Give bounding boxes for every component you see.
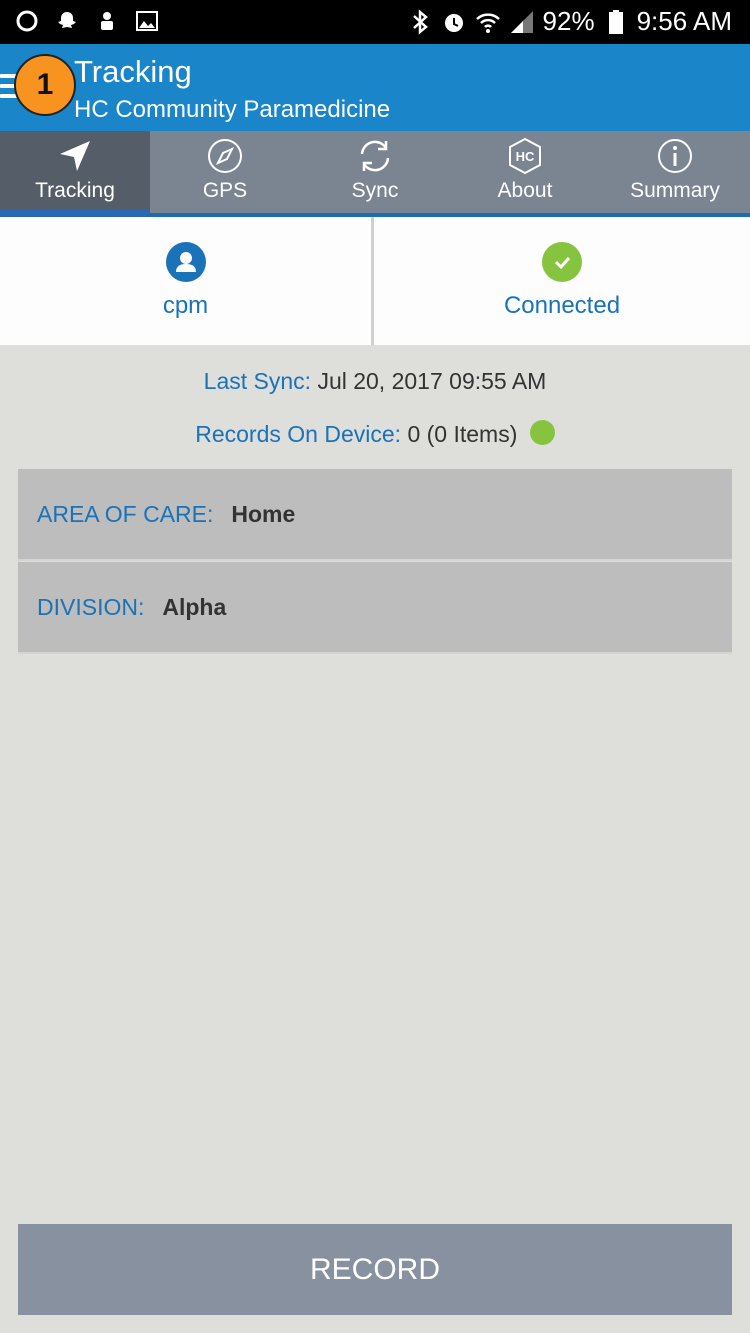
page-subtitle: HC Community Paramedicine	[74, 96, 391, 123]
connection-status: Connected	[503, 292, 621, 319]
tab-tracking[interactable]: Tracking	[0, 131, 150, 213]
records-value: 0 (0 Items)	[407, 421, 518, 447]
app-bar: 1 Tracking HC Community Paramedicine	[0, 44, 750, 131]
area-of-care-row[interactable]: AREA OF CARE: Home	[18, 469, 732, 561]
username-label: cpm	[162, 292, 209, 319]
wifi-icon	[475, 9, 501, 35]
status-bar: 92% 9:56 AM	[0, 0, 750, 44]
division-label: DIVISION:	[37, 593, 145, 620]
navigation-arrow-icon	[60, 141, 90, 171]
last-sync-value: Jul 20, 2017 09:55 AM	[317, 368, 547, 394]
battery-percent: 92%	[542, 6, 595, 36]
bluetooth-icon	[407, 8, 433, 35]
info-icon	[658, 139, 692, 173]
tab-label: Tracking	[35, 179, 115, 202]
step-badge: 1	[14, 54, 76, 116]
tab-gps[interactable]: GPS	[150, 131, 300, 213]
status-panels: cpm Connected	[0, 217, 750, 345]
last-sync-label: Last Sync:	[203, 368, 312, 394]
tab-label: GPS	[202, 179, 248, 202]
user-icon	[165, 242, 206, 282]
check-icon	[542, 242, 582, 282]
hc-logo-icon: HC	[509, 137, 541, 175]
tab-summary[interactable]: Summary	[600, 131, 750, 213]
division-row[interactable]: DIVISION: Alpha	[18, 562, 732, 654]
sync-icon	[360, 140, 390, 172]
signal-icon	[509, 9, 535, 35]
records-label: Records On Device:	[195, 421, 402, 447]
records-line: Records On Device: 0 (0 Items)	[0, 420, 750, 448]
compass-icon	[208, 139, 242, 173]
tab-label: Summary	[630, 179, 720, 202]
robot-icon	[94, 8, 120, 34]
status-dot-icon	[529, 420, 555, 445]
tab-label: Sync	[351, 179, 399, 202]
division-value: Alpha	[162, 593, 227, 620]
circle-icon	[14, 8, 40, 34]
user-panel[interactable]: cpm	[0, 217, 374, 345]
battery-icon	[603, 9, 629, 35]
last-sync-line: Last Sync: Jul 20, 2017 09:55 AM	[0, 368, 750, 395]
snapchat-icon	[54, 8, 80, 34]
tab-label: About	[497, 179, 553, 202]
connection-panel[interactable]: Connected	[374, 217, 750, 345]
area-of-care-label: AREA OF CARE:	[37, 500, 214, 527]
image-icon	[134, 8, 160, 34]
tab-bar: Tracking GPS Sync HC About Summary	[0, 131, 750, 217]
page-title: Tracking	[74, 54, 192, 89]
clock: 9:56 AM	[636, 6, 732, 36]
area-of-care-value: Home	[231, 500, 296, 527]
alarm-icon	[441, 9, 467, 35]
tab-sync[interactable]: Sync	[300, 131, 450, 213]
svg-text:HC: HC	[516, 149, 535, 164]
record-button[interactable]: RECORD	[18, 1224, 732, 1315]
tab-about[interactable]: HC About	[450, 131, 600, 213]
